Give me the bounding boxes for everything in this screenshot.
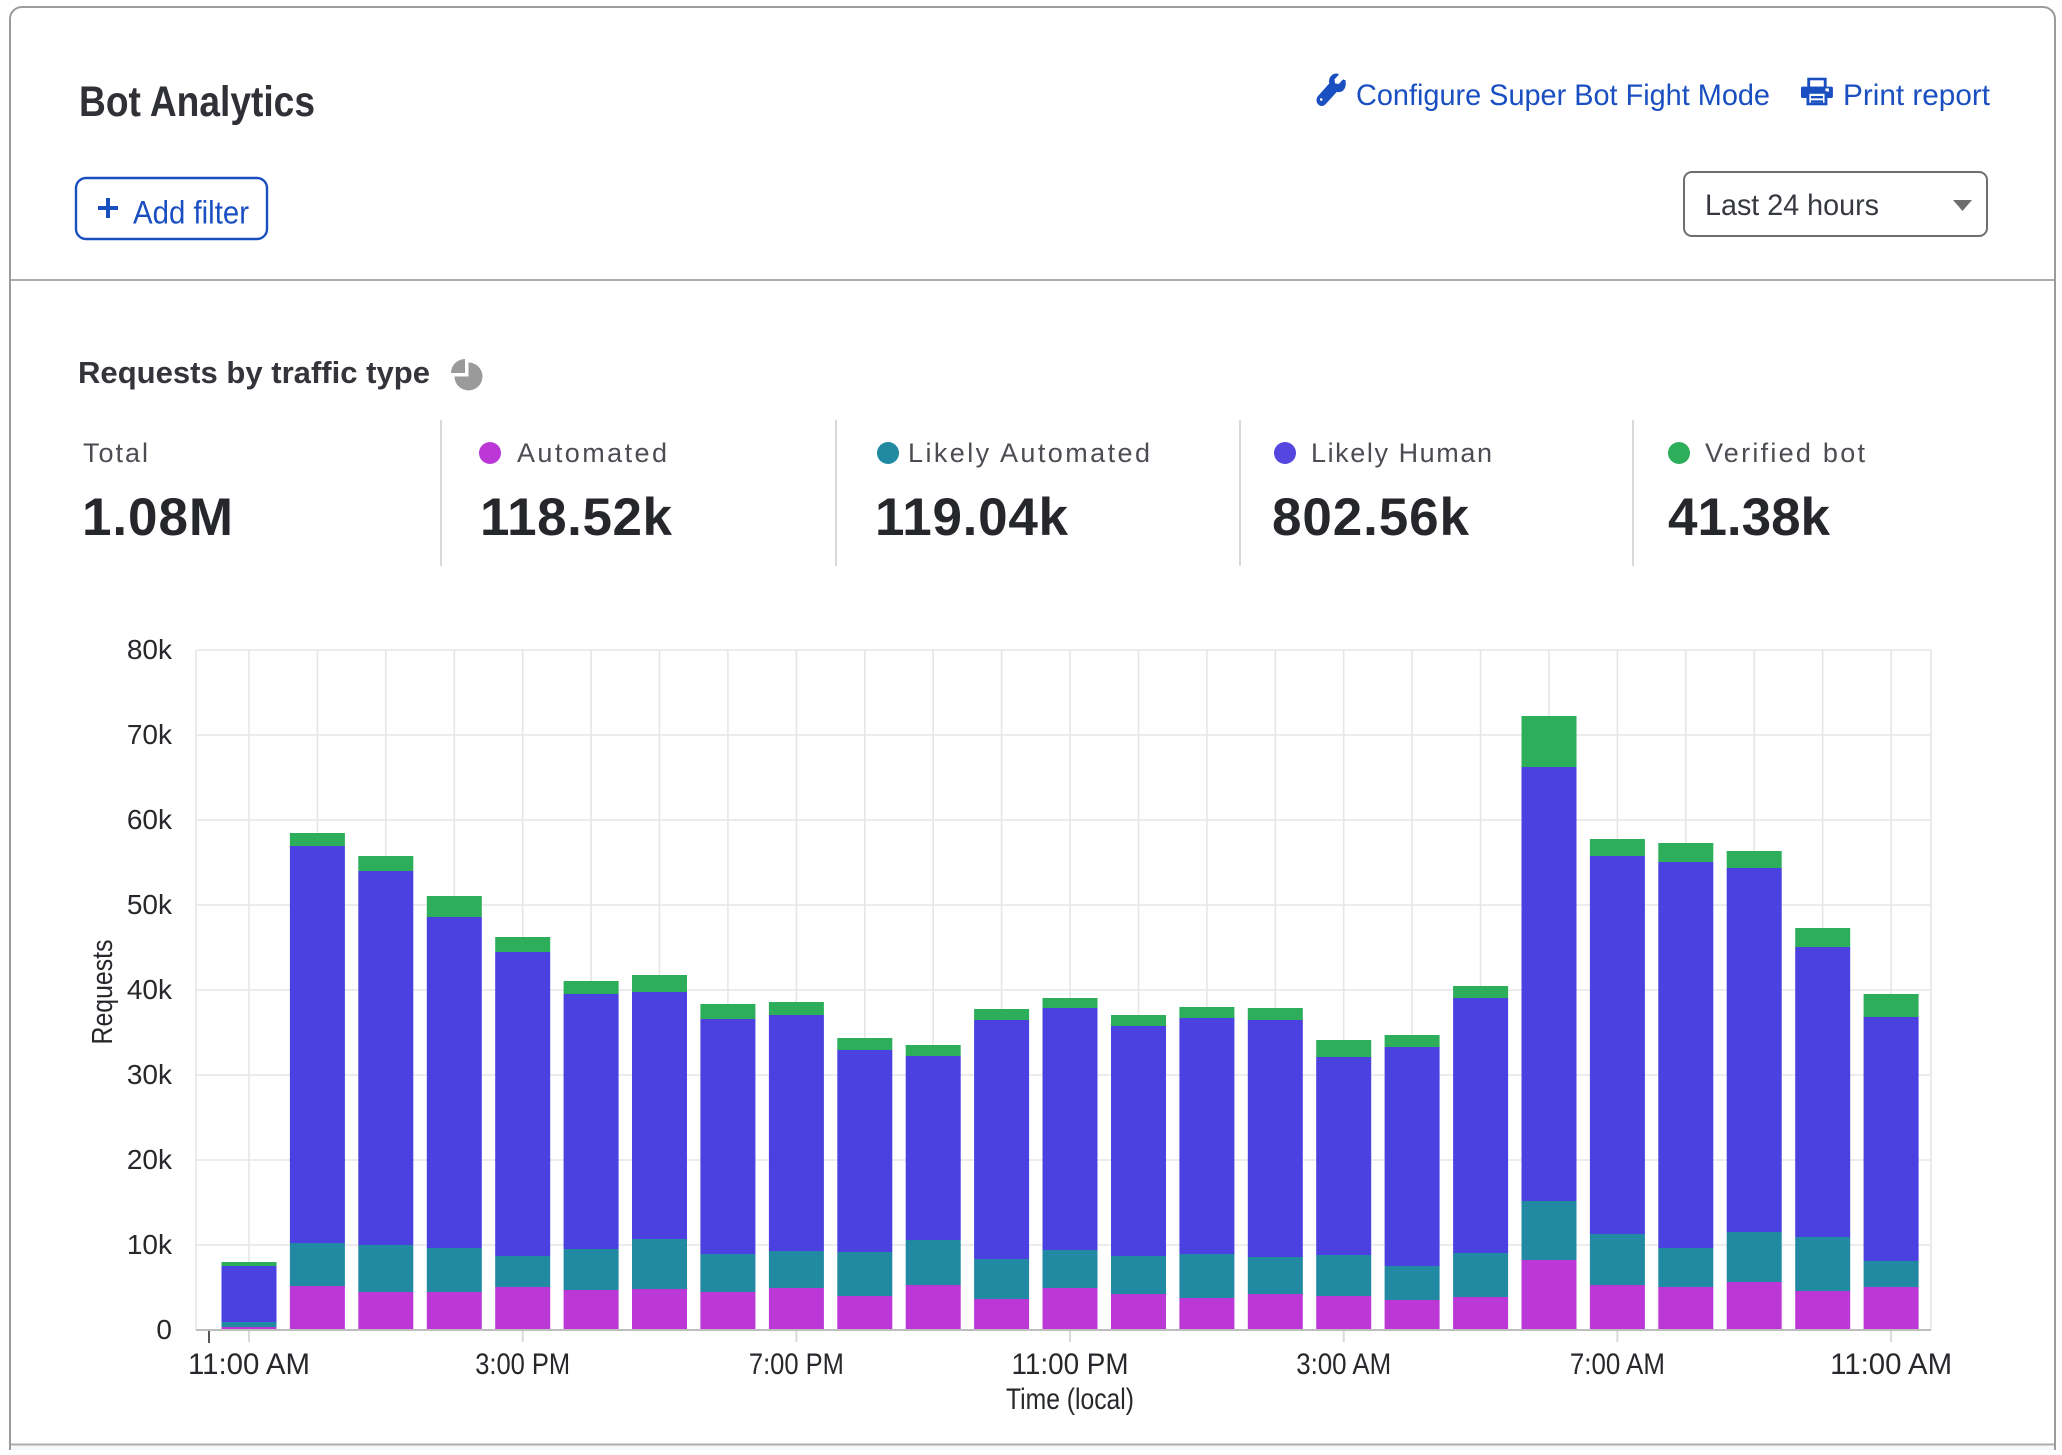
svg-text:Verified bot: Verified bot bbox=[1705, 438, 1865, 468]
svg-text:20k: 20k bbox=[127, 1144, 173, 1175]
svg-text:11:00 AM: 11:00 AM bbox=[188, 1348, 310, 1381]
svg-text:70k: 70k bbox=[127, 719, 173, 750]
svg-text:10k: 10k bbox=[127, 1229, 173, 1260]
svg-text:3:00 PM: 3:00 PM bbox=[475, 1348, 570, 1381]
svg-text:Likely Automated: Likely Automated bbox=[908, 438, 1150, 468]
svg-text:Print report: Print report bbox=[1843, 79, 1991, 112]
svg-text:41.38k: 41.38k bbox=[1668, 488, 1831, 547]
svg-text:119.04k: 119.04k bbox=[875, 488, 1069, 547]
svg-text:Last 24 hours: Last 24 hours bbox=[1705, 189, 1879, 222]
svg-text:3:00 AM: 3:00 AM bbox=[1296, 1348, 1391, 1381]
svg-text:Likely Human: Likely Human bbox=[1311, 438, 1492, 468]
svg-text:118.52k: 118.52k bbox=[480, 488, 673, 547]
svg-text:50k: 50k bbox=[127, 889, 173, 920]
svg-text:Total: Total bbox=[83, 438, 148, 468]
svg-text:80k: 80k bbox=[127, 634, 173, 665]
svg-text:11:00 PM: 11:00 PM bbox=[1012, 1348, 1129, 1381]
svg-text:30k: 30k bbox=[127, 1059, 173, 1090]
svg-text:Requests: Requests bbox=[87, 940, 119, 1045]
svg-text:1.08M: 1.08M bbox=[82, 488, 233, 547]
svg-text:0: 0 bbox=[156, 1314, 172, 1345]
svg-text:802.56k: 802.56k bbox=[1272, 488, 1470, 547]
svg-text:60k: 60k bbox=[127, 804, 173, 835]
svg-text:Automated: Automated bbox=[517, 438, 667, 468]
svg-text:40k: 40k bbox=[127, 974, 173, 1005]
svg-text:Add filter: Add filter bbox=[133, 195, 249, 231]
svg-text:Configure Super Bot Fight Mode: Configure Super Bot Fight Mode bbox=[1356, 79, 1770, 112]
svg-text:Requests by traffic type: Requests by traffic type bbox=[78, 355, 430, 390]
svg-text:Time (local): Time (local) bbox=[1006, 1383, 1134, 1416]
svg-text:7:00 PM: 7:00 PM bbox=[749, 1348, 844, 1381]
svg-text:11:00 AM: 11:00 AM bbox=[1830, 1348, 1952, 1381]
svg-text:7:00 AM: 7:00 AM bbox=[1570, 1348, 1665, 1381]
svg-text:Bot Analytics: Bot Analytics bbox=[79, 78, 315, 126]
